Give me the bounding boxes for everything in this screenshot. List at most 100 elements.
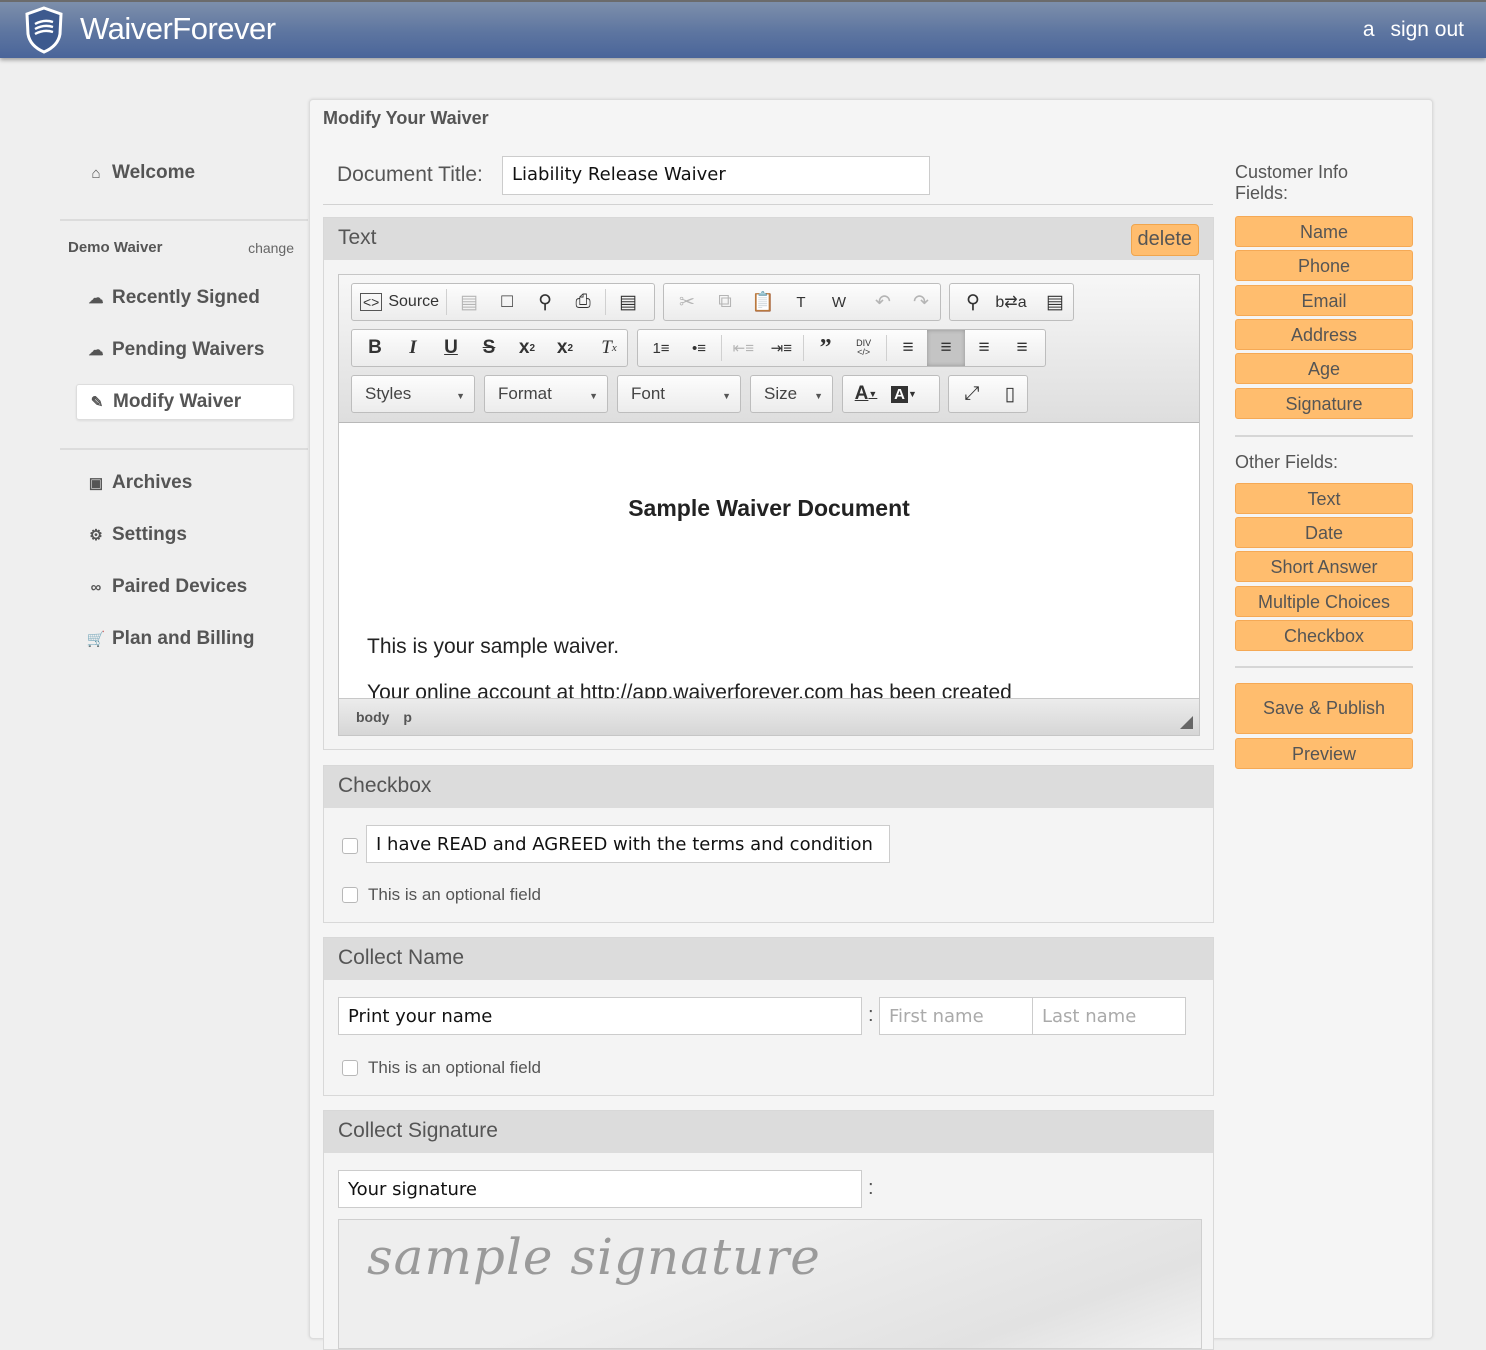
cloud-icon: ☁ (88, 290, 104, 307)
align-left-icon[interactable]: ≡ (889, 330, 927, 366)
redo-icon[interactable]: ↷ (902, 284, 940, 320)
new-page-icon[interactable]: □ (488, 284, 526, 320)
styles-dropdown[interactable]: Styles ▼ (351, 375, 475, 413)
paste-icon[interactable]: 📋 (744, 284, 782, 320)
optional-field-toggle[interactable]: This is an optional field (342, 885, 541, 905)
sidebar-item-welcome[interactable]: ⌂ Welcome (76, 155, 294, 191)
show-blocks-icon[interactable]: ▯ (991, 376, 1029, 412)
preview-button[interactable]: Preview (1235, 738, 1413, 769)
add-address-field-button[interactable]: Address (1235, 319, 1413, 350)
document-title-input[interactable]: Liability Release Waiver (502, 156, 930, 195)
cloud-upload-icon: ☁ (88, 342, 104, 359)
paste-word-icon[interactable]: W (820, 284, 858, 320)
templates-icon[interactable]: ▤ (609, 284, 647, 320)
blockquote-icon[interactable]: ” (807, 330, 845, 366)
sample-signature: sample signature (367, 1228, 821, 1286)
save-publish-button[interactable]: Save & Publish (1235, 683, 1413, 734)
add-short-answer-field-button[interactable]: Short Answer (1235, 551, 1413, 582)
align-right-icon[interactable]: ≡ (965, 330, 1003, 366)
sidebar-item-plan-billing[interactable]: 🛒 Plan and Billing (76, 621, 294, 657)
underline-icon[interactable]: U (432, 330, 470, 366)
add-age-field-button[interactable]: Age (1235, 353, 1413, 384)
copy-icon[interactable]: ⧉ (706, 284, 744, 320)
add-phone-field-button[interactable]: Phone (1235, 250, 1413, 281)
add-date-field-button[interactable]: Date (1235, 517, 1413, 548)
collect-signature-block-header[interactable]: Collect Signature (324, 1111, 1213, 1153)
add-email-field-button[interactable]: Email (1235, 285, 1413, 316)
change-waiver-link[interactable]: change (248, 240, 294, 256)
optional-checkbox[interactable] (342, 887, 358, 903)
preview-icon[interactable]: ⚲ (526, 284, 564, 320)
font-dropdown[interactable]: Font ▼ (617, 375, 741, 413)
element-path-p[interactable]: p (403, 709, 412, 725)
cut-icon[interactable]: ✂ (668, 284, 706, 320)
superscript-icon[interactable]: x2 (546, 330, 584, 366)
text-block-header[interactable]: Text delete (324, 218, 1213, 260)
signature-label-input[interactable]: Your signature (338, 1170, 862, 1208)
outdent-icon[interactable]: ⇤≡ (724, 330, 762, 366)
collect-name-block-header[interactable]: Collect Name (324, 938, 1213, 980)
numbered-list-icon[interactable]: 1≡ (642, 330, 680, 366)
document-paragraph: This is your sample waiver. (367, 635, 620, 658)
checkbox-statement-input[interactable]: I have READ and AGREED with the terms an… (366, 825, 890, 863)
editor-toolbar: <> Source ▤ □ ⚲ ⎙ ▤ ✂ ⧉ 📋 T W ↶ ↷ ⚲ b⇄a … (339, 275, 1199, 423)
resize-handle[interactable] (1180, 716, 1193, 729)
bulleted-list-icon[interactable]: •≡ (680, 330, 718, 366)
user-menu[interactable]: a (1363, 18, 1375, 41)
edit-icon: ✎ (90, 394, 104, 411)
sign-out-link[interactable]: sign out (1390, 18, 1464, 41)
size-dropdown[interactable]: Size ▼ (750, 375, 833, 413)
optional-checkbox[interactable] (342, 1060, 358, 1076)
sidebar-item-settings[interactable]: ⚙ Settings (76, 517, 294, 553)
last-name-input[interactable]: Last name (1032, 997, 1186, 1035)
undo-icon[interactable]: ↶ (864, 284, 902, 320)
checkbox-block-header[interactable]: Checkbox (324, 766, 1213, 808)
agree-checkbox-preview[interactable] (342, 838, 358, 854)
sidebar-item-paired-devices[interactable]: ∞ Paired Devices (76, 569, 294, 605)
source-button[interactable]: <> Source (356, 284, 443, 320)
add-name-field-button[interactable]: Name (1235, 216, 1413, 247)
sidebar-item-pending-waivers[interactable]: ☁ Pending Waivers (76, 332, 294, 368)
add-checkbox-field-button[interactable]: Checkbox (1235, 620, 1413, 651)
strikethrough-icon[interactable]: S (470, 330, 508, 366)
add-signature-field-button[interactable]: Signature (1235, 388, 1413, 419)
editor-content-area[interactable]: Sample Waiver Document This is your samp… (339, 424, 1199, 698)
div-container-icon[interactable]: DIV </> (845, 330, 883, 366)
divider (323, 204, 1213, 205)
sidebar-item-recently-signed[interactable]: ☁ Recently Signed (76, 280, 294, 316)
bold-icon[interactable]: B (356, 330, 394, 366)
sidebar-item-archives[interactable]: ▣ Archives (76, 465, 294, 501)
name-label-input[interactable]: Print your name (338, 997, 862, 1035)
print-icon[interactable]: ⎙ (564, 284, 602, 320)
sidebar-item-modify-waiver[interactable]: ✎ Modify Waiver (76, 384, 294, 420)
sidebar-item-label: Recently Signed (112, 287, 260, 308)
text-color-icon[interactable]: A ▼ (847, 376, 885, 412)
sidebar-item-label: Paired Devices (112, 576, 248, 597)
format-dropdown[interactable]: Format ▼ (484, 375, 608, 413)
save-icon[interactable]: ▤ (450, 284, 488, 320)
element-path-body[interactable]: body (356, 709, 389, 725)
block-title: Collect Signature (338, 1119, 498, 1142)
indent-icon[interactable]: ⇥≡ (762, 330, 800, 366)
align-center-icon[interactable]: ≡ (926, 330, 965, 366)
italic-icon[interactable]: I (394, 330, 432, 366)
background-color-icon[interactable]: A ▼ (885, 376, 923, 412)
brand-name[interactable]: WaiverForever (80, 11, 276, 47)
delete-button[interactable]: delete (1130, 224, 1199, 256)
paste-text-icon[interactable]: T (782, 284, 820, 320)
maximize-icon[interactable]: ⤢ (953, 376, 991, 412)
divider (1235, 435, 1413, 437)
cart-icon: 🛒 (86, 631, 106, 648)
justify-icon[interactable]: ≡ (1003, 330, 1041, 366)
find-icon[interactable]: ⚲ (954, 284, 992, 320)
optional-field-toggle[interactable]: This is an optional field (342, 1058, 541, 1078)
add-multiple-choices-field-button[interactable]: Multiple Choices (1235, 586, 1413, 617)
select-all-icon[interactable]: ▤ (1036, 284, 1074, 320)
subscript-icon[interactable]: x2 (508, 330, 546, 366)
replace-icon[interactable]: b⇄a (992, 284, 1030, 320)
add-text-field-button[interactable]: Text (1235, 483, 1413, 514)
first-name-input[interactable]: First name (879, 997, 1033, 1035)
remove-format-icon[interactable]: Tx (590, 330, 628, 366)
signature-pad[interactable]: sample signature (338, 1219, 1202, 1349)
colon-separator: : (868, 1177, 874, 1199)
